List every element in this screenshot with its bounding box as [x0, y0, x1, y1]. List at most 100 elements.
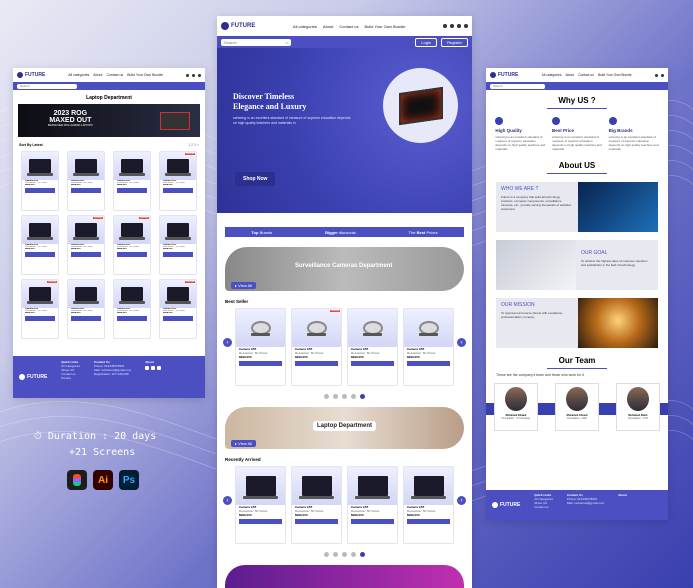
add-to-cart-bar[interactable]	[351, 361, 394, 366]
photoshop-icon: Ps	[119, 470, 139, 490]
product-price: $999.000	[25, 312, 35, 314]
add-to-cart-bar[interactable]	[117, 188, 147, 193]
pagination-top[interactable]: 1 2 3 >	[188, 143, 199, 147]
footer-link[interactable]: Privacy	[61, 376, 80, 380]
add-to-cart-bar[interactable]	[71, 316, 101, 321]
add-to-cart-bar[interactable]	[239, 519, 282, 524]
view-all-button[interactable]: ▸ View All	[231, 282, 257, 289]
prev-arrow[interactable]: ‹	[223, 496, 232, 505]
cart-icon[interactable]	[186, 73, 189, 77]
product-card[interactable]: Camera A55 Resolution: 5K Pixels $999.000	[403, 466, 454, 544]
product-card[interactable]: Camera A55 Resolution: 5K Pixels $999.000	[235, 466, 286, 544]
social-icon[interactable]	[151, 366, 156, 370]
nav-contact[interactable]: Contact us	[106, 73, 123, 77]
footer: FUTURE Quick Links All Categories About US…	[13, 356, 205, 398]
add-to-cart-bar[interactable]	[163, 316, 193, 321]
nav-bundle[interactable]: Build Your Own Bundle	[365, 24, 406, 29]
shop-now-button[interactable]: Shop Now	[235, 172, 276, 186]
promo-banner[interactable]	[225, 565, 464, 588]
footer-link[interactable]: Contact us	[534, 505, 553, 509]
add-to-cart-bar[interactable]	[71, 252, 101, 257]
nav-all-categories[interactable]: All categories	[542, 73, 562, 77]
nav-contact[interactable]: Contact us	[578, 73, 594, 77]
product-card[interactable]: Discount Camera A55 Resolution: 5K Pixels $…	[291, 308, 342, 386]
product-card[interactable]: Camera A55 Resolution: 5K Pixels $999.000	[403, 308, 454, 386]
product-card[interactable]: Discount Camera A55 Resolution: 5K Pixels $…	[113, 215, 151, 275]
nav-about[interactable]: About	[93, 73, 102, 77]
sort-dropdown[interactable]: Sort By Latest	[19, 143, 43, 147]
logo[interactable]: FUTURE	[490, 72, 518, 78]
rog-banner[interactable]: 2023 ROG MAXED OUT BRAND NEW ROG GAMING …	[18, 104, 200, 137]
login-button[interactable]: Login	[415, 37, 438, 47]
product-card[interactable]: Camera A55 Resolution: 5K Pixels $999.000	[159, 215, 197, 275]
footer-about: About	[618, 493, 627, 497]
add-to-cart-bar[interactable]	[351, 519, 394, 524]
heart-icon[interactable]	[449, 24, 454, 28]
add-to-cart-bar[interactable]	[163, 252, 193, 257]
add-to-cart-bar[interactable]	[71, 188, 101, 193]
add-to-cart-bar[interactable]	[295, 361, 338, 366]
next-arrow[interactable]: ›	[457, 496, 466, 505]
laptop-dept-banner[interactable]: Laptop Department ▸ View All	[225, 407, 464, 449]
bell-icon[interactable]	[463, 24, 468, 28]
product-card[interactable]: Camera A55 Resolution: 5K Pixels $999.000	[113, 151, 151, 211]
product-card[interactable]: Discount Camera A55 Resolution: 5K Pixels $…	[67, 215, 105, 275]
cart-icon[interactable]	[654, 73, 658, 77]
our-mission-block: OUR MISSION To represent and serve client…	[496, 298, 658, 348]
search-icon[interactable]: ⌕	[286, 40, 288, 45]
search-input[interactable]: Search	[17, 83, 77, 89]
product-card[interactable]: Camera A55 Resolution: 5K Pixels $999.000	[291, 466, 342, 544]
logo[interactable]: FUTURE	[17, 72, 45, 78]
nav-about[interactable]: About	[323, 24, 333, 29]
surveillance-banner[interactable]: Surveillance Cameras Department ▸ View A…	[225, 247, 464, 291]
register-button[interactable]: Register	[441, 37, 468, 47]
nav-contact[interactable]: Contact us	[339, 24, 358, 29]
nav-all-categories[interactable]: All categories	[293, 24, 317, 29]
quality-icon	[495, 117, 504, 125]
prev-arrow[interactable]: ‹	[223, 338, 232, 347]
product-card[interactable]: Discount Camera A55 Resolution: 5K Pixels $…	[159, 151, 197, 211]
team-member-card: Mohamed Khaled Occupation : UX Designer	[494, 383, 538, 431]
add-to-cart-bar[interactable]	[117, 252, 147, 257]
social-icon[interactable]	[157, 366, 162, 370]
user-icon[interactable]	[456, 24, 461, 28]
strip-prices: The Best Prices	[408, 229, 438, 235]
product-card[interactable]: Camera A55 Resolution: 5K Pixels $999.000	[235, 308, 286, 386]
product-card[interactable]: Camera A55 Resolution: 5K Pixels $999.000	[347, 466, 398, 544]
add-to-cart-bar[interactable]	[25, 316, 55, 321]
product-card[interactable]: Discount Camera A55 Resolution: 5K Pixels $…	[21, 279, 59, 339]
cart-icon[interactable]	[442, 24, 447, 28]
search-input[interactable]: Search ⌕	[221, 38, 291, 46]
nav-all-categories[interactable]: All categories	[68, 73, 89, 77]
user-icon[interactable]	[198, 73, 201, 77]
social-icon[interactable]	[145, 366, 150, 370]
add-to-cart-bar[interactable]	[295, 519, 338, 524]
nav-bundle[interactable]: Build Your Own Bundle	[127, 73, 163, 77]
nav-bundle[interactable]: Build Your Own Bundle	[598, 73, 632, 77]
product-card[interactable]: Camera A55 Resolution: 5K Pixels $999.000	[67, 279, 105, 339]
add-to-cart-bar[interactable]	[407, 519, 450, 524]
nav-about[interactable]: About	[565, 73, 574, 77]
add-to-cart-bar[interactable]	[407, 361, 450, 366]
product-image	[160, 280, 196, 308]
carousel-dots[interactable]	[217, 394, 472, 399]
product-card[interactable]: Camera A55 Resolution: 5K Pixels $999.000	[347, 308, 398, 386]
product-card[interactable]: Camera A55 Resolution: 5K Pixels $999.000	[21, 215, 59, 275]
view-all-button[interactable]: ▸ View All	[231, 440, 257, 447]
product-card[interactable]: Camera A55 Resolution: 5K Pixels $999.000	[113, 279, 151, 339]
search-input[interactable]: Search	[490, 83, 545, 89]
add-to-cart-bar[interactable]	[163, 188, 193, 193]
product-card[interactable]: Camera A55 Resolution: 5K Pixels $999.000	[21, 151, 59, 211]
add-to-cart-bar[interactable]	[117, 316, 147, 321]
heart-icon[interactable]	[660, 73, 664, 77]
add-to-cart-bar[interactable]	[25, 252, 55, 257]
product-grid: Camera A55 Resolution: 5K Pixels $999.000 C…	[13, 151, 205, 339]
product-card[interactable]: Discount Camera A55 Resolution: 5K Pixels $…	[159, 279, 197, 339]
product-card[interactable]: Camera A55 Resolution: 5K Pixels $999.000	[67, 151, 105, 211]
add-to-cart-bar[interactable]	[25, 188, 55, 193]
add-to-cart-bar[interactable]	[239, 361, 282, 366]
heart-icon[interactable]	[192, 73, 195, 77]
next-arrow[interactable]: ›	[457, 338, 466, 347]
logo[interactable]: FUTURE	[221, 22, 255, 30]
carousel-dots[interactable]	[217, 552, 472, 557]
